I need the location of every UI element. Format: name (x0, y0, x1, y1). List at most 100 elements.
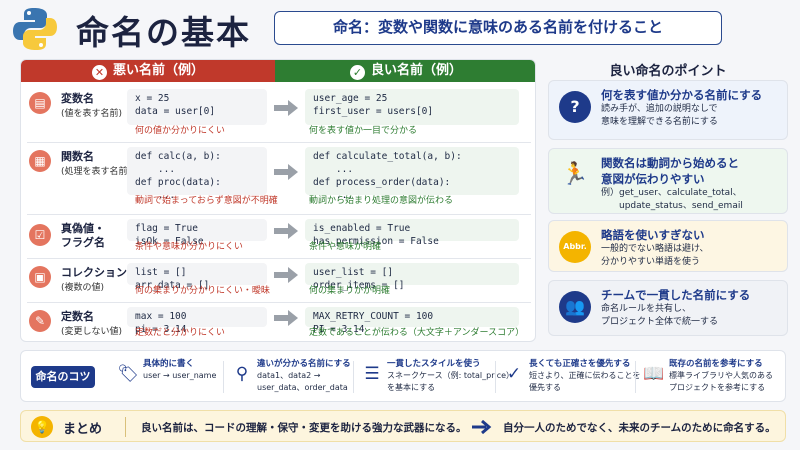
good-note: 定数であることが伝わる（大文字＋アンダースコア） (309, 328, 525, 338)
lightbulb-icon: 💡 (31, 416, 53, 438)
check-icon: ✓ (349, 65, 365, 80)
table-row: ✎ 定数名 (変更しない値) max = 100 pi = 3.14 定数だと分かりにく… (21, 302, 535, 341)
table-row: ▣ コレクション名 (複数の値) list = [] arr_data = [] 何の集… (21, 258, 535, 302)
collection-icon: ▣ (29, 266, 51, 288)
tip-title: 既存の名前を参考にする (669, 359, 763, 369)
point-title: チームで一貫した名前にする (601, 288, 751, 302)
list-icon: ☰ (364, 364, 380, 384)
summary-text-1: 良い名前は、コードの理解・保守・変更を助ける強力な武器になる。 (141, 422, 467, 434)
tip-body: 短さより、正確に伝わることを 優先する (529, 371, 641, 392)
search-icon: ⚲ (235, 364, 249, 384)
function-icon: ▦ (29, 150, 51, 172)
row-label: 変数名 (61, 92, 94, 105)
arrow-right-icon (274, 164, 298, 180)
variable-icon: ▤ (29, 92, 51, 114)
good-code-example: MAX_RETRY_COUNT = 100 PI = 3.14 (305, 307, 519, 335)
good-note: 動詞から始まり処理の意図が伝わる (309, 196, 454, 206)
running-icon: 🏃 (561, 162, 589, 187)
point-title: 関数名は動詞から始めると 意図が伝わりやすい (601, 156, 739, 186)
point-card: ? 何を表す値か分かる名前にする 読み手が、追加の説明なしで 意味を理解できる名… (548, 80, 788, 140)
point-card: 👥 チームで一貫した名前にする 命名ルールを共有し、 プロジェクト全体で統一する (548, 280, 788, 336)
tip-divider (495, 361, 496, 393)
tip-body: 標準ライブラリや人気のある プロジェクトを参考にする (669, 371, 773, 392)
header: 命名の基本 命名：変数や関数に意味のある名前を付けること (0, 0, 800, 58)
points-title: 良い命名のポイント (609, 64, 727, 79)
tip-divider (353, 361, 354, 393)
tips-panel: 命名のコツ 🏷 具体的に書く user → user_name ⚲ 違いが分かる… (20, 350, 786, 402)
tag-icon: 🏷 (117, 364, 139, 384)
row-sublabel: (変更しない値) (61, 327, 123, 337)
good-code-example: user_age = 25 first_user = users[0] (305, 89, 519, 125)
page-subtitle: 命名：変数や関数に意味のある名前を付けること (274, 11, 722, 45)
tip-title: 一貫したスタイルを使う (387, 359, 481, 369)
bad-header-label: 悪い名前（例） (112, 63, 204, 78)
good-column-header: ✓ 良い名前（例） (275, 60, 535, 82)
comparison-table: ✕ 悪い名前（例） ✓ 良い名前（例） ▤ 変数名 (値を表す名前) x = 25 dat… (20, 59, 536, 342)
summary-divider (125, 417, 126, 437)
row-sublabel: (処理を表す名前) (61, 167, 132, 177)
arrow-right-icon (274, 223, 298, 239)
good-header-label: 良い名前（例） (370, 63, 462, 78)
point-card: Abbr. 略語を使いすぎない 一般的でない略語は避け、 分かりやすい単語を使う (548, 220, 788, 272)
bad-code-example: flag = True isOk = False (127, 219, 267, 247)
row-divider (27, 258, 531, 259)
good-note: 条件や意味が明確 (309, 242, 382, 252)
book-icon: 📖 (643, 364, 665, 384)
bad-note: 動詞で始まっておらず意図が不明確 (135, 196, 278, 206)
question-icon: ? (559, 91, 591, 123)
point-body: 例）get_user、calculate_total、 update_statu… (601, 188, 743, 211)
point-card: 🏃 関数名は動詞から始めると 意図が伝わりやすい 例）get_user、calc… (548, 148, 788, 214)
bad-code-example: list = [] arr_data = [] (127, 263, 267, 291)
arrow-right-icon (274, 267, 298, 283)
arrow-right-icon (274, 100, 298, 116)
point-body: 一般的でない略語は避け、 分かりやすい単語を使う (601, 244, 709, 267)
page-title: 命名の基本 (76, 13, 251, 52)
tips-badge: 命名のコツ (31, 366, 95, 388)
row-divider (27, 214, 531, 215)
bad-code-example: x = 25 data = user[0] (127, 89, 267, 125)
row-divider (27, 302, 531, 303)
bad-note: 何の値か分かりにくい (135, 126, 225, 136)
arrow-right-icon (472, 420, 492, 434)
point-title: 何を表す値か分かる名前にする (601, 88, 763, 102)
flag-icon: ☑ (29, 224, 51, 246)
good-note: 何の集まりかが明確 (309, 286, 391, 296)
tip-title: 長くても正確さを優先する (529, 359, 631, 369)
bad-note: 条件や意味が分かりにくい (135, 242, 243, 252)
good-code-example: is_enabled = True has_permission = False (305, 219, 519, 247)
table-row: ▤ 変数名 (値を表す名前) x = 25 data = user[0] 何の値か分かり… (21, 86, 535, 142)
summary-title: まとめ (63, 422, 103, 437)
bad-note: 何の集まりか分かりにくい・曖昧 (135, 286, 270, 296)
summary-text-2: 自分一人のためでなく、未来のチームのために命名する。 (503, 422, 776, 434)
tip-body: data1、data2 → user_data、order_data (257, 371, 348, 392)
row-label: 関数名 (61, 150, 94, 163)
bad-note: 定数だと分かりにくい (135, 328, 225, 338)
arrow-right-icon (274, 310, 298, 326)
row-divider (27, 142, 531, 143)
bad-column-header: ✕ 悪い名前（例） (21, 60, 275, 82)
row-label: 真偽値・ フラグ名 (61, 222, 105, 249)
bad-code-example: def calc(a, b): ... def proc(data): ... (127, 147, 267, 201)
table-row: ▦ 関数名 (処理を表す名前) def calc(a, b): ... def pro… (21, 142, 535, 214)
abbr-icon: Abbr. (559, 231, 591, 263)
table-row: ☑ 真偽値・ フラグ名 flag = True isOk = False 条件や意味が… (21, 214, 535, 258)
summary-bar: 💡 まとめ 良い名前は、コードの理解・保守・変更を助ける強力な武器になる。 自分… (20, 410, 786, 442)
python-logo-icon (13, 8, 57, 50)
row-label: 定数名 (61, 310, 94, 323)
bad-code-example: max = 100 pi = 3.14 (127, 307, 267, 335)
good-code-example: def calculate_total(a, b): ... def proce… (305, 147, 519, 201)
good-note: 何を表す値か一目で分かる (309, 126, 418, 136)
tip-title: 具体的に書く (143, 359, 195, 369)
tip-body: user → user_name (143, 371, 217, 380)
tip-title: 違いが分かる名前にする (257, 359, 351, 369)
tip-divider (635, 361, 636, 393)
row-sublabel: (複数の値) (61, 283, 105, 293)
tip-divider (223, 361, 224, 393)
team-icon: 👥 (559, 291, 591, 323)
point-title: 略語を使いすぎない (601, 228, 705, 242)
point-body: 読み手が、追加の説明なしで 意味を理解できる名前にする (601, 104, 718, 127)
point-body: 命名ルールを共有し、 プロジェクト全体で統一する (601, 304, 719, 327)
check-icon: ✓ (506, 364, 522, 384)
row-sublabel: (値を表す名前) (61, 109, 123, 119)
good-code-example: user_list = [] order_items = [] (305, 263, 519, 291)
